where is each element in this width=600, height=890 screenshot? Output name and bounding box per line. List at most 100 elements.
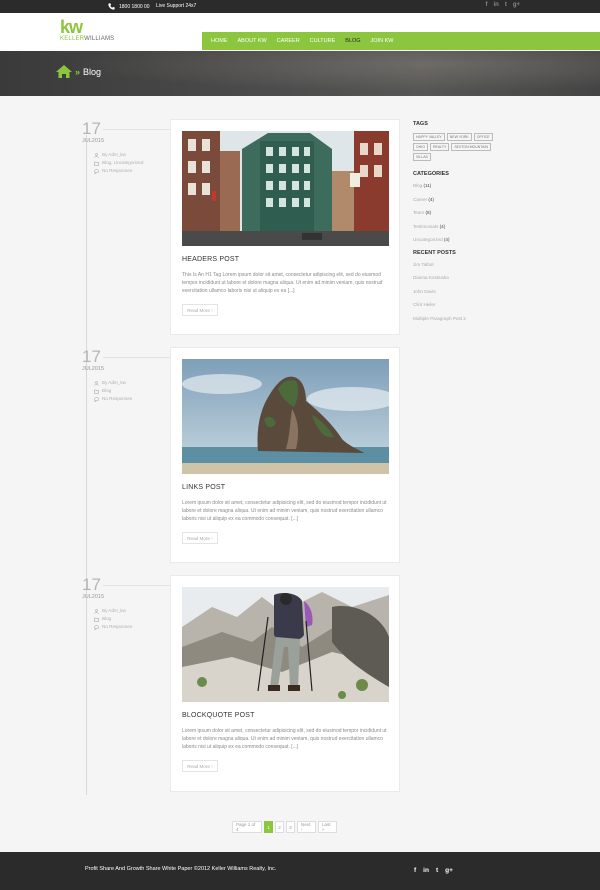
tag-item[interactable]: HAPPY VALLEY [413, 133, 445, 141]
nav-career[interactable]: CAREER [277, 38, 300, 44]
facebook-icon[interactable]: f [485, 2, 487, 8]
tag-item[interactable]: NEW YORK [446, 133, 472, 141]
comment-icon [94, 624, 99, 630]
category-count: (11) [423, 183, 432, 188]
post-author[interactable]: By Adm_kw [102, 151, 126, 159]
nav-home[interactable]: HOME [211, 38, 228, 44]
category-item[interactable]: Career (4) [413, 197, 523, 211]
page-count-label: Page 1 of 4 [232, 821, 262, 833]
recent-post-link[interactable]: Jim Talbot [413, 262, 523, 276]
tag-item[interactable]: OHIO [413, 143, 428, 151]
post-image[interactable] [182, 359, 389, 474]
tags-heading: TAGS [413, 121, 428, 127]
post-categories[interactable]: Blog, Uncategorized [102, 159, 143, 167]
main-nav: HOME ABOUT KW CAREER CULTURE BLOG JOIN K… [202, 32, 600, 50]
read-more-button[interactable]: Read More › [182, 304, 218, 316]
phone-icon [108, 3, 115, 10]
recent-post-link[interactable]: John Davis [413, 289, 523, 303]
post-date: 17 JUL2015 [82, 347, 246, 372]
sidebar: TAGS HAPPY VALLEY NEW YORK OFFICE OHIO R… [413, 121, 523, 329]
category-item[interactable]: Testimonials (4) [413, 224, 523, 238]
read-more-label: Read More [187, 307, 210, 313]
social-links-footer: f in t g+ [414, 867, 453, 874]
post-author[interactable]: By Adm_kw [102, 607, 126, 615]
tag-item[interactable]: VILLAS [413, 153, 431, 161]
post-excerpt: Lorem ipsum dolor sit amet, consectetur … [182, 500, 387, 522]
phone-contact[interactable]: 1800 1800 00 [108, 3, 150, 10]
post-categories[interactable]: Blog [102, 615, 111, 623]
user-icon [94, 380, 99, 386]
nav-about[interactable]: ABOUT KW [238, 38, 267, 44]
facebook-icon[interactable]: f [414, 867, 416, 874]
home-icon[interactable] [56, 65, 72, 78]
nav-blog[interactable]: BLOG [345, 38, 360, 44]
tag-cloud: HAPPY VALLEY NEW YORK OFFICE OHIO REALTY… [413, 133, 508, 161]
post-month: JUL2015 [82, 138, 105, 144]
category-count: (8) [425, 210, 432, 215]
twitter-icon[interactable]: t [436, 867, 438, 874]
read-more-button[interactable]: Read More › [182, 532, 218, 544]
google-plus-icon[interactable]: g+ [513, 2, 520, 8]
top-bar: 1800 1800 00 Live Support 24x7 f in t g+ [0, 0, 600, 13]
user-icon [94, 152, 99, 158]
post-date: 17 JUL2015 [82, 576, 246, 600]
post-meta: By Adm_kw Blog, Uncategorized No Respons… [94, 151, 143, 175]
read-more-button[interactable]: Read More › [182, 760, 218, 772]
nav-culture[interactable]: CULTURE [310, 38, 336, 44]
category-name: Blog [413, 183, 423, 188]
post-comments[interactable]: No Responses [102, 395, 132, 403]
post-title[interactable]: LINKS POST [182, 484, 225, 491]
hiker-image [182, 587, 389, 702]
recent-posts-heading: RECENT POSTS [413, 249, 456, 256]
logo[interactable]: kw KELLERWILLIAMS [60, 18, 114, 43]
linkedin-icon[interactable]: in [493, 2, 498, 8]
category-name: Team [413, 210, 425, 215]
page-title: Blog [83, 66, 102, 77]
post-month: JUL2015 [82, 594, 105, 600]
post-image[interactable] [182, 587, 389, 702]
folder-icon [94, 161, 99, 165]
post-image[interactable] [182, 131, 389, 246]
chevron-right-icon: › [211, 307, 213, 313]
categories-heading: CATEGORIES [413, 171, 449, 177]
category-item[interactable]: Uncategorized (4) [413, 237, 523, 251]
post-categories[interactable]: Blog [102, 387, 111, 395]
twitter-icon[interactable]: t [505, 2, 507, 8]
post-card: LINKS POST Lorem ipsum dolor sit amet, c… [170, 347, 400, 563]
last-page-button[interactable]: Last » [318, 821, 337, 833]
page-banner: » Blog [0, 51, 600, 96]
recent-post-link[interactable]: Multiple Paragraph Post 2 [413, 316, 523, 330]
recent-post-link[interactable]: Clint Heiler [413, 302, 523, 316]
page-2-button[interactable]: 2 [275, 821, 284, 833]
google-plus-icon[interactable]: g+ [445, 867, 453, 874]
post-day: 17 [82, 119, 101, 138]
logo-second: WILLIAMS [84, 36, 115, 42]
page-1-button[interactable]: 1 [264, 821, 273, 833]
post-comments[interactable]: No Responses [102, 167, 132, 175]
logo-wordmark: KELLERWILLIAMS [60, 36, 114, 43]
tag-item[interactable]: OFFICE [473, 133, 493, 141]
recent-post-link[interactable]: Dianna Kostiuska [413, 275, 523, 289]
category-item[interactable]: Blog (11) [413, 183, 523, 197]
post-excerpt: Lorem ipsum dolor sit amet, consectetur … [182, 728, 387, 750]
chevron-right-icon: › [211, 763, 213, 769]
rock-island-image [182, 359, 389, 474]
tag-item[interactable]: REALTY [429, 143, 450, 151]
post-comments[interactable]: No Responses [102, 623, 132, 631]
category-name: Career [413, 196, 428, 202]
post-title[interactable]: HEADERS POST [182, 256, 239, 263]
next-page-button[interactable]: Next › [297, 821, 316, 833]
read-more-label: Read More [187, 763, 210, 769]
phone-number: 1800 1800 00 [119, 3, 150, 10]
site-header: kw KELLERWILLIAMS HOME ABOUT KW CAREER C… [0, 13, 600, 51]
copyright-text: Profit Share And Growth Share White Pape… [85, 866, 277, 872]
post-title[interactable]: BLOCKQUOTE POST [182, 712, 255, 719]
post-day: 17 [82, 347, 101, 366]
post-author[interactable]: By Adm_kw [102, 379, 126, 387]
chevron-right-icon: › [211, 535, 213, 541]
category-item[interactable]: Team (8) [413, 210, 523, 224]
nav-join[interactable]: JOIN KW [371, 38, 394, 44]
tag-item[interactable]: SEXTON MOUNTAIN [451, 143, 492, 151]
linkedin-icon[interactable]: in [423, 867, 429, 874]
page-3-button[interactable]: 3 [286, 821, 295, 833]
